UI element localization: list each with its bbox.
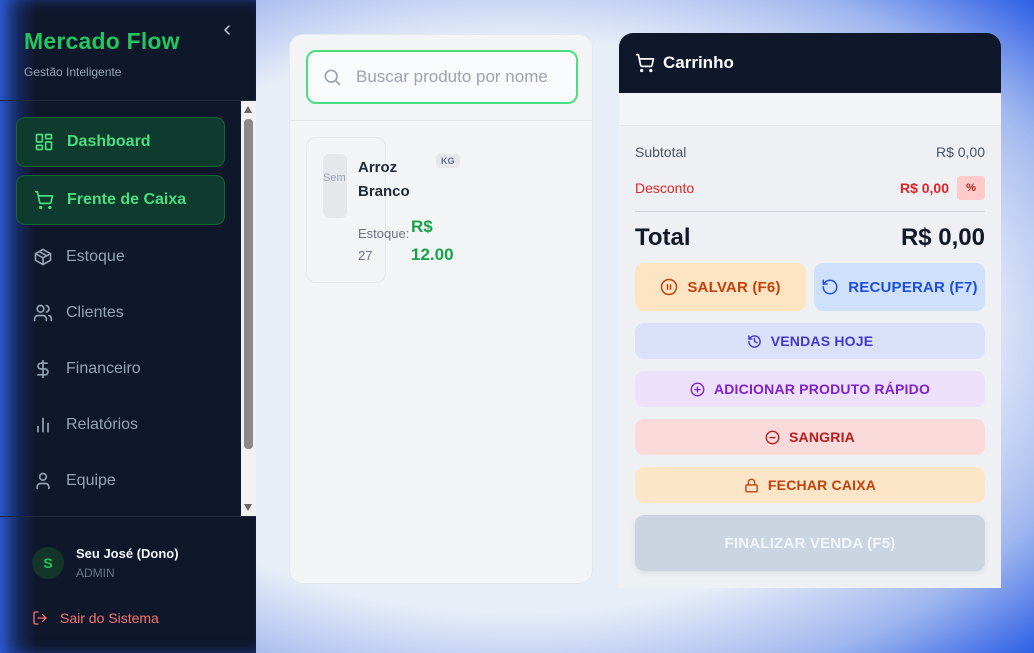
box-icon: [34, 248, 52, 266]
cart-header: Carrinho: [619, 33, 1001, 93]
sidebar-item-clientes[interactable]: Clientes: [16, 288, 225, 338]
scroll-down-arrow-icon[interactable]: [244, 504, 252, 511]
sidebar-divider: [0, 516, 256, 517]
subtotal-row: Subtotal R$ 0,00: [635, 144, 985, 160]
cart-summary: Subtotal R$ 0,00 Desconto R$ 0,00 % Tota…: [619, 125, 1001, 588]
sales-today-label: VENDAS HOJE: [770, 333, 874, 349]
user-role: ADMIN: [76, 566, 115, 580]
minus-circle-icon: [765, 430, 780, 444]
sales-today-button[interactable]: VENDAS HOJE: [635, 323, 985, 359]
sidebar-item-label: Clientes: [66, 304, 124, 321]
sidebar-scrollbar[interactable]: [241, 101, 256, 516]
pause-icon: [661, 278, 678, 296]
brand-title: Mercado Flow: [24, 28, 180, 54]
save-button[interactable]: SALVAR (F6): [635, 263, 806, 311]
user-profile: S Seu José (Dono) ADMIN: [32, 546, 179, 580]
discount-row: Desconto R$ 0,00 %: [635, 176, 985, 200]
recover-button[interactable]: RECUPERAR (F7): [814, 263, 985, 311]
close-register-label: FECHAR CAIXA: [767, 477, 877, 493]
sangria-label: SANGRIA: [789, 429, 855, 445]
dollar-icon: [37, 359, 49, 379]
total-row: Total R$ 0,00: [635, 224, 985, 252]
cart-items-list: [619, 93, 1001, 125]
stock-label: Estoque:: [358, 226, 410, 241]
user-name: Seu José (Dono): [76, 546, 179, 561]
users-icon: [33, 304, 53, 322]
subtotal-value: R$ 0,00: [935, 144, 985, 160]
stock-value: 27: [358, 248, 373, 263]
products-divider: [290, 120, 592, 121]
close-register-button[interactable]: FECHAR CAIXA: [635, 467, 985, 503]
sidebar-item-label: Equipe: [66, 472, 116, 489]
recover-label: RECUPERAR (F7): [848, 278, 978, 296]
brand: Mercado Flow Gestão Inteligente: [24, 28, 180, 79]
avatar: S: [32, 547, 64, 579]
total-value: R$ 0,00: [900, 224, 985, 251]
user-info: Seu José (Dono) ADMIN: [76, 546, 179, 580]
quick-add-product-button[interactable]: ADICIONAR PRODUTO RÁPIDO: [635, 371, 985, 407]
product-card[interactable]: Sem foto Arroz Branco KG Estoque: 27 R$ …: [306, 137, 460, 283]
cart-icon: [34, 190, 54, 210]
sidebar-item-estoque[interactable]: Estoque: [16, 232, 225, 282]
sidebar-item-equipe[interactable]: Equipe: [16, 456, 225, 506]
dashboard-icon: [35, 133, 53, 151]
user-icon: [36, 472, 50, 490]
search-icon: [324, 69, 341, 86]
sidebar-item-label: Dashboard: [67, 133, 151, 150]
quick-add-label: ADICIONAR PRODUTO RÁPIDO: [713, 381, 931, 397]
logout-icon: [33, 611, 47, 625]
sidebar-item-label: Financeiro: [66, 360, 141, 377]
logout-button[interactable]: Sair do Sistema: [32, 610, 159, 626]
cart-title: Carrinho: [663, 53, 734, 72]
sidebar-item-label: Frente de Caixa: [67, 191, 187, 208]
scrollbar-thumb[interactable]: [244, 119, 253, 449]
sidebar: Mercado Flow Gestão Inteligente Dashboar…: [0, 0, 256, 653]
unit-badge: KG: [436, 154, 460, 168]
logout-label: Sair do Sistema: [60, 610, 159, 626]
finalize-sale-button[interactable]: FINALIZAR VENDA (F5): [635, 515, 985, 571]
discount-label: Desconto: [635, 180, 695, 196]
search-input[interactable]: [356, 67, 566, 87]
chart-icon: [37, 417, 49, 433]
cart-icon: [635, 53, 655, 73]
lock-icon: [745, 478, 758, 492]
sidebar-item-financeiro[interactable]: Financeiro: [16, 344, 225, 394]
sidebar-item-relatorios[interactable]: Relatórios: [16, 400, 225, 450]
search-box[interactable]: [306, 50, 578, 104]
sangria-button[interactable]: SANGRIA: [635, 419, 985, 455]
product-price: R$ 12.00: [411, 217, 454, 264]
subtotal-label: Subtotal: [635, 144, 687, 160]
sidebar-item-dashboard[interactable]: Dashboard: [16, 117, 225, 167]
sidebar-item-label: Relatórios: [66, 416, 139, 433]
brand-subtitle: Gestão Inteligente: [24, 65, 122, 79]
discount-value: R$ 0,00: [899, 180, 949, 196]
total-label: Total: [635, 224, 691, 251]
scroll-up-arrow-icon[interactable]: [244, 106, 252, 113]
rotate-ccw-icon: [822, 279, 838, 295]
plus-circle-icon: [690, 382, 705, 396]
save-label: SALVAR (F6): [687, 278, 781, 296]
sidebar-item-frente-de-caixa[interactable]: Frente de Caixa: [16, 175, 225, 225]
summary-divider: [635, 211, 985, 212]
sidebar-nav: Dashboard Frente de Caixa Estoque Client…: [0, 101, 240, 516]
chevron-left-icon[interactable]: [219, 22, 235, 38]
product-thumbnail: Sem foto: [323, 154, 347, 218]
history-icon: [747, 334, 761, 348]
discount-percent-button[interactable]: %: [957, 176, 985, 200]
sidebar-item-label: Estoque: [66, 248, 125, 265]
product-name: Arroz Branco: [358, 159, 410, 200]
finalize-sale-label: FINALIZAR VENDA (F5): [724, 534, 896, 552]
cart-panel: Carrinho Subtotal R$ 0,00 Desconto R$ 0,…: [619, 33, 1001, 588]
discount-controls: R$ 0,00 %: [900, 176, 985, 200]
products-panel: Sem foto Arroz Branco KG Estoque: 27 R$ …: [289, 34, 593, 584]
